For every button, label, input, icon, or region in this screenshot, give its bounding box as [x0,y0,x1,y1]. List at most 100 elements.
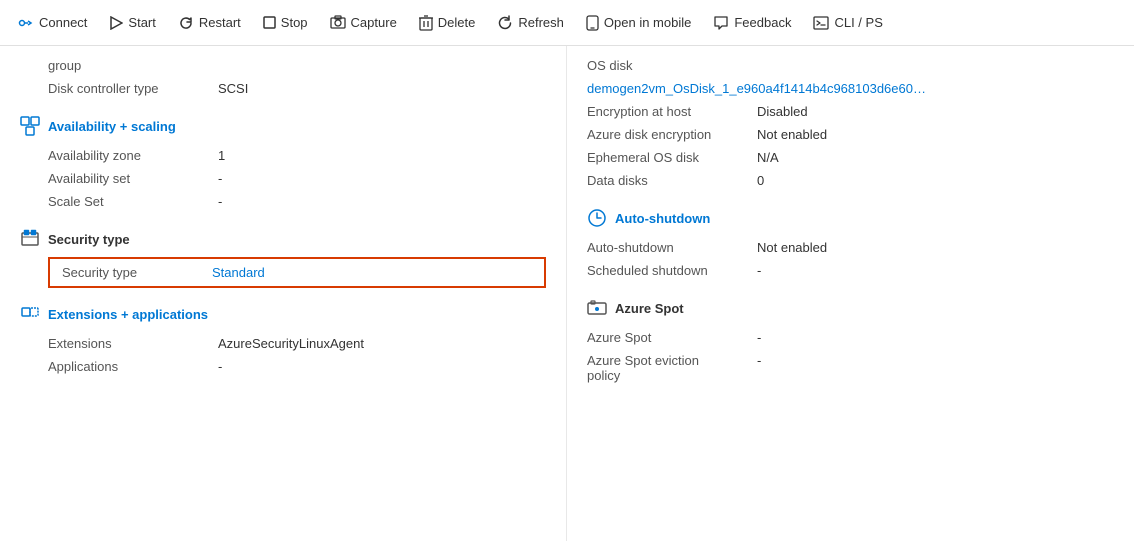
auto-shutdown-label: Auto-shutdown [587,240,757,255]
azure-spot-eviction-row: Azure Spot evictionpolicy - [587,349,1114,387]
refresh-icon [497,15,513,31]
azure-spot-section: Azure Spot Azure Spot - Azure Spot evict… [587,298,1114,387]
group-label: group [48,58,218,73]
azure-disk-enc-label: Azure disk encryption [587,127,757,142]
azure-spot-label: Azure Spot [587,330,757,345]
extensions-icon [20,304,40,324]
stop-label: Stop [281,15,308,30]
right-panel: OS disk demogen2vm_OsDisk_1_e960a4f1414b… [567,46,1134,541]
scale-set-value: - [218,194,222,209]
availability-set-label: Availability set [48,171,218,186]
azure-spot-value: - [757,330,761,345]
azure-spot-title: Azure Spot [615,301,684,316]
azure-disk-enc-row: Azure disk encryption Not enabled [587,123,1114,146]
azure-disk-enc-value: Not enabled [757,127,827,142]
encryption-host-row: Encryption at host Disabled [587,100,1114,123]
data-disks-label: Data disks [587,173,757,188]
security-section: Security type Security type Standard [20,229,546,288]
scheduled-shutdown-label: Scheduled shutdown [587,263,757,278]
azure-spot-eviction-label: Azure Spot evictionpolicy [587,353,757,383]
data-disks-row: Data disks 0 [587,169,1114,192]
open-in-mobile-button[interactable]: Open in mobile [576,9,701,37]
auto-shutdown-icon [587,208,607,228]
feedback-icon [713,15,729,31]
capture-button[interactable]: Capture [320,9,407,37]
security-type-label: Security type [62,265,212,280]
group-row: group [20,54,546,77]
availability-section: Availability + scaling Availability zone… [20,116,546,213]
connect-button[interactable]: Connect [8,9,97,37]
auto-shutdown-row: Auto-shutdown Not enabled [587,236,1114,259]
security-type-value[interactable]: Standard [212,265,265,280]
auto-shutdown-value: Not enabled [757,240,827,255]
auto-shutdown-header: Auto-shutdown [587,208,1114,228]
availability-zone-value: 1 [218,148,225,163]
applications-row: Applications - [20,355,546,378]
ephemeral-os-disk-value: N/A [757,150,779,165]
extensions-section: Extensions + applications Extensions Azu… [20,304,546,378]
os-disk-label: OS disk [587,58,757,73]
availability-set-row: Availability set - [20,167,546,190]
start-label: Start [128,15,155,30]
os-disk-value-row: demogen2vm_OsDisk_1_e960a4f1414b4c968103… [587,77,1114,100]
availability-set-value: - [218,171,222,186]
azure-spot-row: Azure Spot - [587,326,1114,349]
capture-label: Capture [351,15,397,30]
main-content: group Disk controller type SCSI Availabi… [0,46,1134,541]
start-icon [109,16,123,30]
scale-set-row: Scale Set - [20,190,546,213]
disk-controller-value: SCSI [218,81,248,96]
stop-button[interactable]: Stop [253,9,318,36]
scheduled-shutdown-value: - [757,263,761,278]
start-button[interactable]: Start [99,9,165,36]
restart-icon [178,15,194,31]
scheduled-shutdown-row: Scheduled shutdown - [587,259,1114,282]
os-disk-label-row: OS disk [587,54,1114,77]
top-section: group Disk controller type SCSI [20,54,546,100]
auto-shutdown-title: Auto-shutdown [615,211,710,226]
applications-label: Applications [48,359,218,374]
os-disk-section: OS disk demogen2vm_OsDisk_1_e960a4f1414b… [587,54,1114,192]
cli-ps-button[interactable]: CLI / PS [803,9,892,37]
extensions-label: Extensions [48,336,218,351]
scale-set-label: Scale Set [48,194,218,209]
encryption-host-label: Encryption at host [587,104,757,119]
feedback-button[interactable]: Feedback [703,9,801,37]
cli-ps-icon [813,15,829,31]
extensions-value: AzureSecurityLinuxAgent [218,336,364,351]
azure-spot-icon [587,298,607,318]
availability-icon [20,116,40,136]
open-in-mobile-label: Open in mobile [604,15,691,30]
toolbar: Connect Start Restart Stop [0,0,1134,46]
extensions-header: Extensions + applications [20,304,546,324]
azure-spot-eviction-value: - [757,353,761,368]
stop-icon [263,16,276,29]
security-type-highlighted-row[interactable]: Security type Standard [48,257,546,288]
open-in-mobile-icon [586,15,599,31]
data-disks-value: 0 [757,173,764,188]
azure-spot-header: Azure Spot [587,298,1114,318]
restart-label: Restart [199,15,241,30]
disk-controller-label: Disk controller type [48,81,218,96]
security-header: Security type [20,229,546,249]
restart-button[interactable]: Restart [168,9,251,37]
encryption-host-value: Disabled [757,104,808,119]
capture-icon [330,15,346,31]
os-disk-name[interactable]: demogen2vm_OsDisk_1_e960a4f1414b4c968103… [587,81,927,96]
ephemeral-os-disk-row: Ephemeral OS disk N/A [587,146,1114,169]
disk-controller-row: Disk controller type SCSI [20,77,546,100]
auto-shutdown-section: Auto-shutdown Auto-shutdown Not enabled … [587,208,1114,282]
ephemeral-os-disk-label: Ephemeral OS disk [587,150,757,165]
delete-label: Delete [438,15,476,30]
security-icon [20,229,40,249]
cli-ps-label: CLI / PS [834,15,882,30]
applications-value: - [218,359,222,374]
connect-label: Connect [39,15,87,30]
extensions-title: Extensions + applications [48,307,208,322]
availability-header: Availability + scaling [20,116,546,136]
delete-button[interactable]: Delete [409,9,486,37]
availability-zone-row: Availability zone 1 [20,144,546,167]
delete-icon [419,15,433,31]
security-title: Security type [48,232,130,247]
refresh-button[interactable]: Refresh [487,9,574,37]
